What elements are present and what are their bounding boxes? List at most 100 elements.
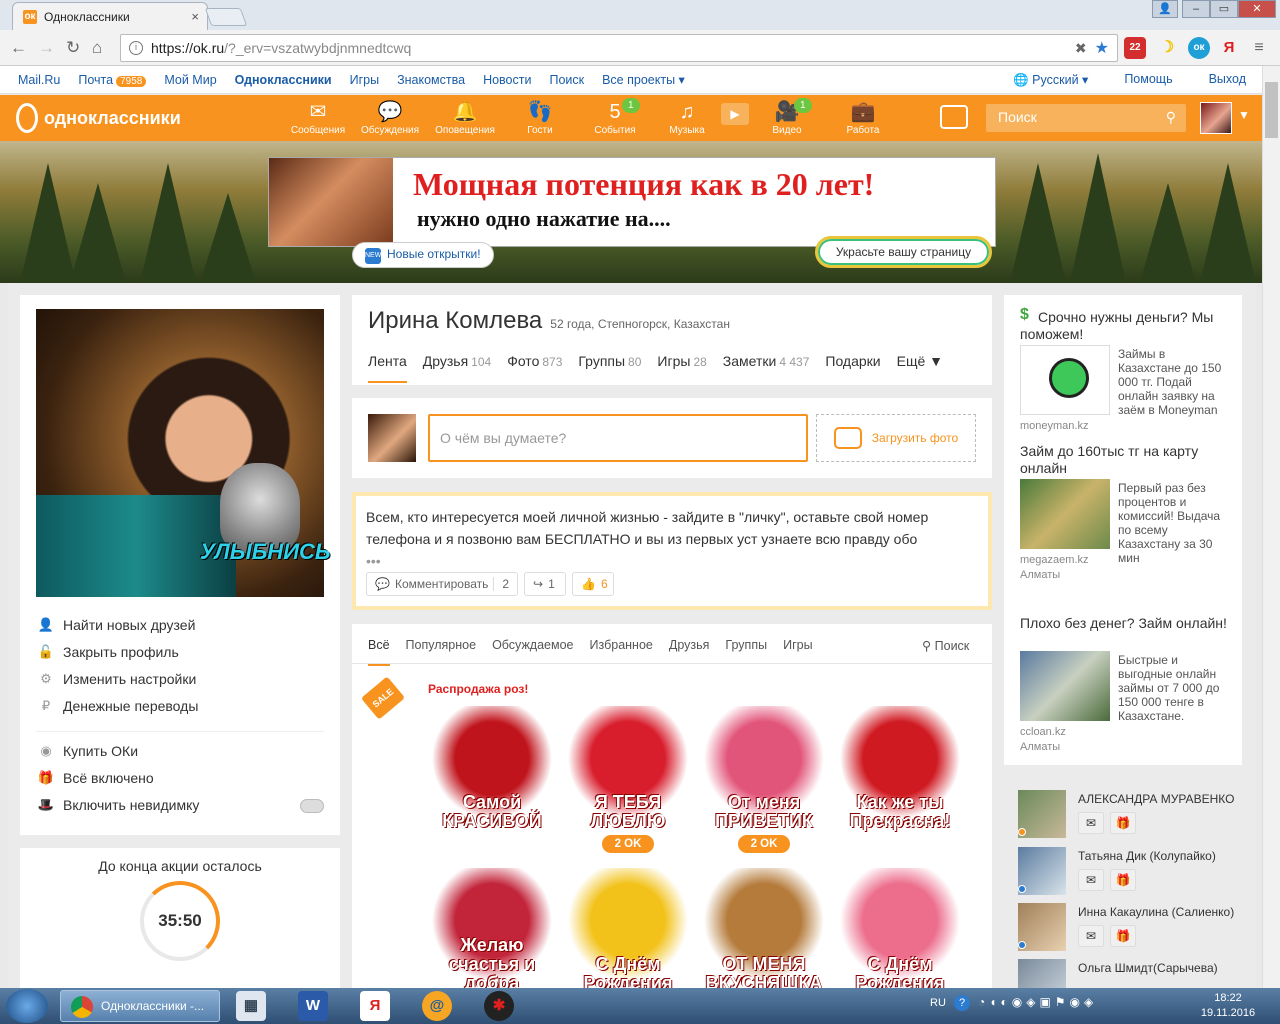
- ad-image[interactable]: [1020, 651, 1110, 721]
- gift-sticker[interactable]: Желаю счастья и добра: [428, 868, 556, 993]
- feed-search-button[interactable]: ⚲ Поиск: [922, 638, 969, 653]
- profile-tab[interactable]: Фото 873: [507, 353, 562, 383]
- sidebar-item[interactable]: ₽ Денежные переводы: [36, 698, 199, 714]
- tray-icons[interactable]: ◔◖◐◉◈▣⚑◉◈: [978, 995, 1097, 1009]
- address-bar[interactable]: i https://ok.ru /?_erv=vszatwybdjnmnedtc…: [120, 34, 1118, 62]
- nav-briefcase[interactable]: 💼 Работа: [828, 99, 898, 136]
- invisible-toggle[interactable]: [300, 799, 324, 813]
- feed-tab[interactable]: Популярное: [406, 638, 477, 666]
- sidebar-item[interactable]: 🎩 Включить невидимку: [36, 797, 199, 813]
- link-help[interactable]: Помощь: [1124, 72, 1172, 88]
- nav-bell[interactable]: 🔔 Оповещения: [430, 99, 500, 136]
- friend-item[interactable]: Инна Какаулина (Салиенко) ✉ 🎁: [1018, 903, 1258, 955]
- sidebar-item[interactable]: ◉ Купить ОКи: [36, 743, 138, 759]
- gift-price-badge[interactable]: 2 OK: [602, 835, 654, 853]
- start-button[interactable]: [6, 989, 48, 1023]
- gift-sticker[interactable]: Самой КРАСИВОЙ: [428, 706, 556, 831]
- gift-friend-icon[interactable]: 🎁: [1110, 869, 1136, 891]
- user-avatar-small[interactable]: [1200, 102, 1232, 134]
- nav-chat[interactable]: 💬 Обсуждения: [355, 99, 425, 136]
- browser-tab[interactable]: ок Одноклассники ×: [12, 2, 208, 30]
- gift-price-badge[interactable]: 2 OK: [738, 835, 790, 853]
- ad-title[interactable]: Плохо без денег? Займ онлайн!: [1020, 615, 1230, 632]
- sidebar-item[interactable]: 👤 Найти новых друзей: [36, 617, 196, 633]
- feed-tab[interactable]: Друзья: [669, 638, 710, 666]
- scrollbar-thumb[interactable]: [1265, 82, 1278, 138]
- close-window-button[interactable]: ✕: [1238, 0, 1276, 18]
- user-profile-button[interactable]: 👤: [1152, 0, 1178, 18]
- profile-tab[interactable]: Группы 80: [578, 353, 641, 383]
- gift-sticker[interactable]: От меня ПРИВЕТИК: [700, 706, 828, 831]
- link-all-projects[interactable]: Все проекты ▾: [602, 72, 685, 87]
- gift-sticker[interactable]: С Днём Рождения: [836, 868, 964, 993]
- yandex-browser-icon[interactable]: Я: [360, 991, 390, 1021]
- link-mailru[interactable]: Mail.Ru: [18, 73, 60, 87]
- gift-sticker[interactable]: Как же ты Прекрасна!: [836, 706, 964, 831]
- message-friend-icon[interactable]: ✉: [1078, 869, 1104, 891]
- feed-tab[interactable]: Игры: [783, 638, 812, 666]
- sidebar-item[interactable]: 🔓 Закрыть профиль: [36, 644, 179, 660]
- gift-sticker[interactable]: ОТ МЕНЯ ВКУСНЯШКА: [700, 868, 828, 993]
- link-news[interactable]: Новости: [483, 73, 531, 87]
- decorate-page-button[interactable]: Украсьте вашу страницу: [815, 236, 992, 268]
- link-games[interactable]: Игры: [350, 73, 379, 87]
- post-input[interactable]: О чём вы думаете?: [428, 414, 808, 462]
- profile-tab[interactable]: Друзья 104: [423, 353, 491, 383]
- new-tab-button[interactable]: [204, 8, 248, 26]
- gift-friend-icon[interactable]: 🎁: [1110, 925, 1136, 947]
- mail-agent-icon[interactable]: @: [422, 991, 452, 1021]
- gift-friend-icon[interactable]: 🎁: [1110, 812, 1136, 834]
- link-logout[interactable]: Выход: [1209, 72, 1246, 88]
- profile-tab[interactable]: Ещё ▼: [897, 353, 943, 383]
- back-icon[interactable]: ←: [10, 38, 27, 58]
- app-icon[interactable]: ✱: [484, 991, 514, 1021]
- status-more-button[interactable]: •••: [366, 553, 381, 569]
- friend-item[interactable]: АЛЕКСАНДРА МУРАВЕНКО ✉ 🎁: [1018, 790, 1258, 842]
- page-scrollbar[interactable]: [1262, 66, 1280, 993]
- wallet-icon[interactable]: [940, 105, 968, 129]
- yandex-icon[interactable]: Я: [1218, 37, 1240, 59]
- chevron-down-icon[interactable]: ▼: [1238, 108, 1250, 122]
- close-tab-icon[interactable]: ×: [191, 9, 199, 24]
- link-moimir[interactable]: Мой Мир: [164, 73, 216, 87]
- top-ad-banner[interactable]: Мощная потенция как в 20 лет! нужно одно…: [268, 157, 996, 247]
- info-icon[interactable]: i: [129, 41, 143, 55]
- sidebar-item[interactable]: ⚙ Изменить настройки: [36, 671, 196, 687]
- friend-item[interactable]: Татьяна Дик (Колупайко) ✉ 🎁: [1018, 847, 1258, 899]
- message-friend-icon[interactable]: ✉: [1078, 925, 1104, 947]
- nav-footprints[interactable]: 👣 Гости: [505, 99, 575, 136]
- profile-tab[interactable]: Заметки 4 437: [723, 353, 810, 383]
- link-dating[interactable]: Знакомства: [397, 73, 465, 87]
- nav-envelope[interactable]: ✉ Сообщения: [283, 99, 353, 136]
- adblock-icon[interactable]: 22: [1124, 37, 1146, 59]
- feed-tab[interactable]: Обсуждаемое: [492, 638, 573, 666]
- gift-sticker[interactable]: С Днём Рождения: [564, 868, 692, 993]
- profile-tab[interactable]: Лента: [368, 353, 407, 383]
- home-icon[interactable]: ⌂: [92, 38, 102, 58]
- forward-icon[interactable]: →: [38, 38, 55, 58]
- ok-logo[interactable]: одноклассники: [16, 103, 181, 133]
- minimize-button[interactable]: –: [1182, 0, 1210, 18]
- language-selector[interactable]: 🌐 Русский ▾: [1013, 72, 1088, 88]
- ad-title[interactable]: Срочно нужны деньги? Мы поможем!: [1020, 309, 1230, 343]
- nav-camera[interactable]: 🎥 Видео 1: [752, 98, 822, 136]
- calculator-icon[interactable]: ▦: [236, 991, 266, 1021]
- ok-search-input[interactable]: Поиск ⚲: [986, 104, 1186, 132]
- friend-name[interactable]: АЛЕКСАНДРА МУРАВЕНКО: [1078, 792, 1234, 806]
- ad-title[interactable]: Займ до 160тыс тг на карту онлайн: [1020, 443, 1230, 477]
- friend-name[interactable]: Ольга Шмидт(Сарычева): [1078, 961, 1218, 975]
- extension-puzzle-icon[interactable]: ✖: [1075, 40, 1087, 57]
- class-like-button[interactable]: 👍 6: [572, 572, 614, 596]
- word-icon[interactable]: W: [298, 991, 328, 1021]
- moon-icon[interactable]: ☽: [1156, 37, 1178, 59]
- profile-tab[interactable]: Игры 28: [657, 353, 706, 383]
- friend-name[interactable]: Татьяна Дик (Колупайко): [1078, 849, 1216, 863]
- help-icon[interactable]: ?: [954, 995, 970, 1011]
- share-button[interactable]: ↪ 1: [524, 572, 566, 596]
- bookmark-star-icon[interactable]: ★: [1095, 38, 1109, 58]
- reload-icon[interactable]: ↻: [66, 38, 80, 58]
- comment-button[interactable]: 💬 Комментировать 2: [366, 572, 518, 596]
- sidebar-item[interactable]: 🎁 Всё включено: [36, 770, 154, 786]
- taskbar-chrome-window[interactable]: Одноклассники -...: [60, 990, 220, 1022]
- upload-photo-button[interactable]: Загрузить фото: [816, 414, 976, 462]
